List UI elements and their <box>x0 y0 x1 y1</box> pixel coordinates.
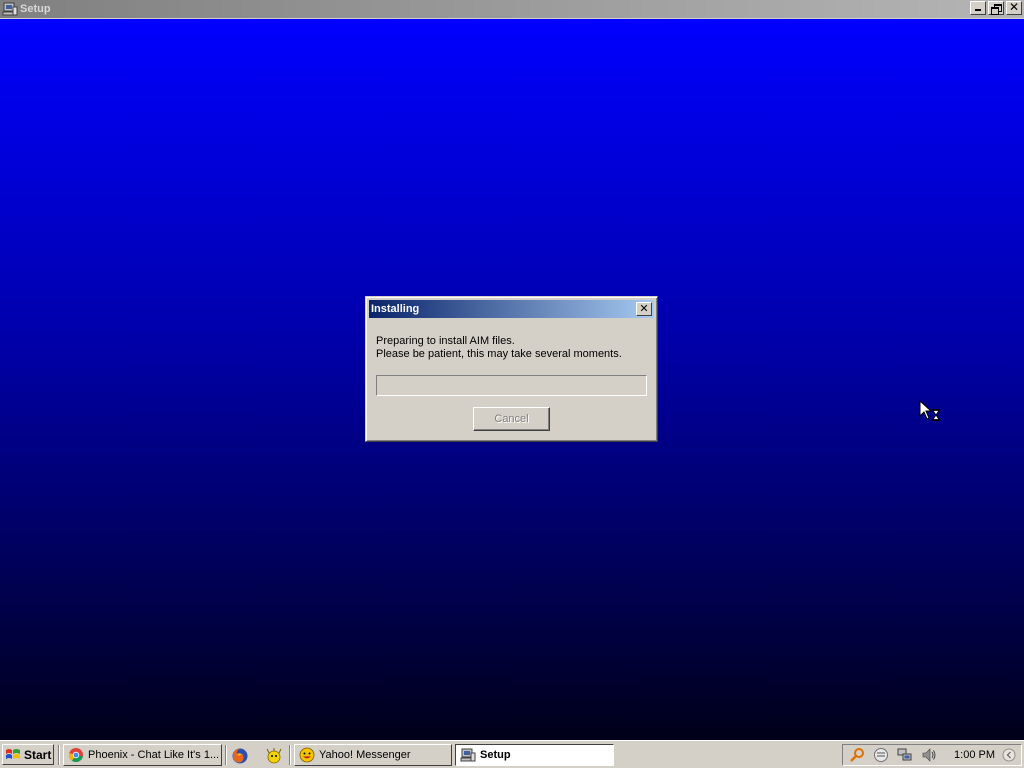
close-window-button[interactable]: ✕ <box>1006 1 1022 15</box>
status-icon[interactable] <box>873 747 889 763</box>
task-button-phoenix[interactable]: Phoenix - Chat Like It's 1... <box>63 744 222 766</box>
yahoo-widget-icon[interactable] <box>265 747 283 765</box>
message-line-1: Preparing to install AIM files. <box>376 335 515 347</box>
network-icon[interactable] <box>897 747 913 763</box>
task-label: Yahoo! Messenger <box>319 749 411 761</box>
task-label: Setup <box>480 749 511 761</box>
restore-button[interactable] <box>988 1 1004 15</box>
volume-icon[interactable] <box>921 747 937 763</box>
taskbar-separator <box>225 745 227 765</box>
taskbar-separator <box>58 745 60 765</box>
task-button-yahoo-messenger[interactable]: Yahoo! Messenger <box>294 744 452 766</box>
installing-dialog: Installing ✕ Preparing to install AIM fi… <box>365 296 658 442</box>
minimize-button[interactable] <box>970 1 986 15</box>
clock[interactable]: 1:00 PM <box>954 749 995 761</box>
chrome-icon <box>68 748 83 762</box>
task-button-setup[interactable]: Setup <box>455 744 614 766</box>
search-icon[interactable] <box>849 747 865 763</box>
window-title: Setup <box>20 3 51 15</box>
message-line-2: Please be patient, this may take several… <box>376 348 622 360</box>
setup-window-titlebar[interactable]: Setup ✕ <box>0 0 1024 19</box>
taskbar-separator <box>289 745 291 765</box>
hide-tray-chevron-icon[interactable] <box>1001 747 1017 763</box>
dialog-title: Installing <box>371 303 420 315</box>
install-progress-bar <box>376 375 647 396</box>
firefox-icon[interactable] <box>231 747 249 765</box>
start-button[interactable]: Start <box>2 744 54 765</box>
taskbar: Start Phoenix - Chat Like It's 1... Yaho… <box>0 740 1024 768</box>
close-icon: ✕ <box>639 303 649 315</box>
system-tray: 1:00 PM <box>842 744 1022 766</box>
start-label: Start <box>24 747 52 762</box>
yahoo-messenger-icon <box>299 747 315 763</box>
dialog-titlebar[interactable]: Installing ✕ <box>369 300 654 318</box>
dialog-close-button[interactable]: ✕ <box>636 302 652 316</box>
cancel-button[interactable]: Cancel <box>473 407 550 431</box>
windows-logo-icon <box>6 748 20 759</box>
setup-computer-icon <box>2 2 18 16</box>
setup-computer-icon <box>460 748 476 762</box>
dialog-message: Preparing to install AIM files. Please b… <box>376 335 646 361</box>
task-label: Phoenix - Chat Like It's 1... <box>88 749 220 761</box>
busy-cursor-icon <box>919 400 940 421</box>
